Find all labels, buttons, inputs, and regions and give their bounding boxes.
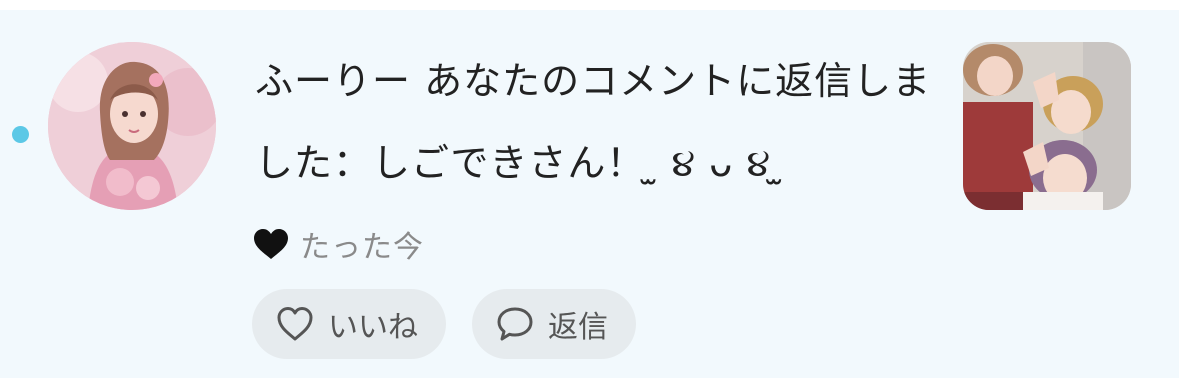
notification-meta: たった今 (252, 220, 424, 268)
thumbnail-image (963, 42, 1131, 210)
user-avatar[interactable] (48, 42, 216, 210)
avatar-image (48, 42, 216, 210)
action-bar: いいね 返信 (252, 289, 662, 359)
like-button[interactable]: いいね (252, 289, 446, 359)
notification-item[interactable]: ふーりー あなたのコメントに返信しました：しごできさん！ ̫ ૪ ᴗ ૪ ̫ た… (0, 10, 1179, 378)
post-thumbnail[interactable] (963, 42, 1131, 210)
reply-button[interactable]: 返信 (472, 289, 636, 359)
speech-bubble-icon (497, 307, 533, 341)
heart-outline-icon (277, 307, 313, 341)
notification-message: ふーりー あなたのコメントに返信しました：しごできさん！ ̫ ૪ ᴗ ૪ ̫ (255, 40, 935, 204)
reply-label: 返信 (548, 310, 608, 345)
sender-name[interactable]: ふーりー (255, 59, 411, 103)
unread-indicator (12, 126, 29, 143)
heart-icon (254, 229, 288, 259)
timestamp: たった今 (300, 230, 424, 265)
like-label: いいね (328, 310, 418, 345)
